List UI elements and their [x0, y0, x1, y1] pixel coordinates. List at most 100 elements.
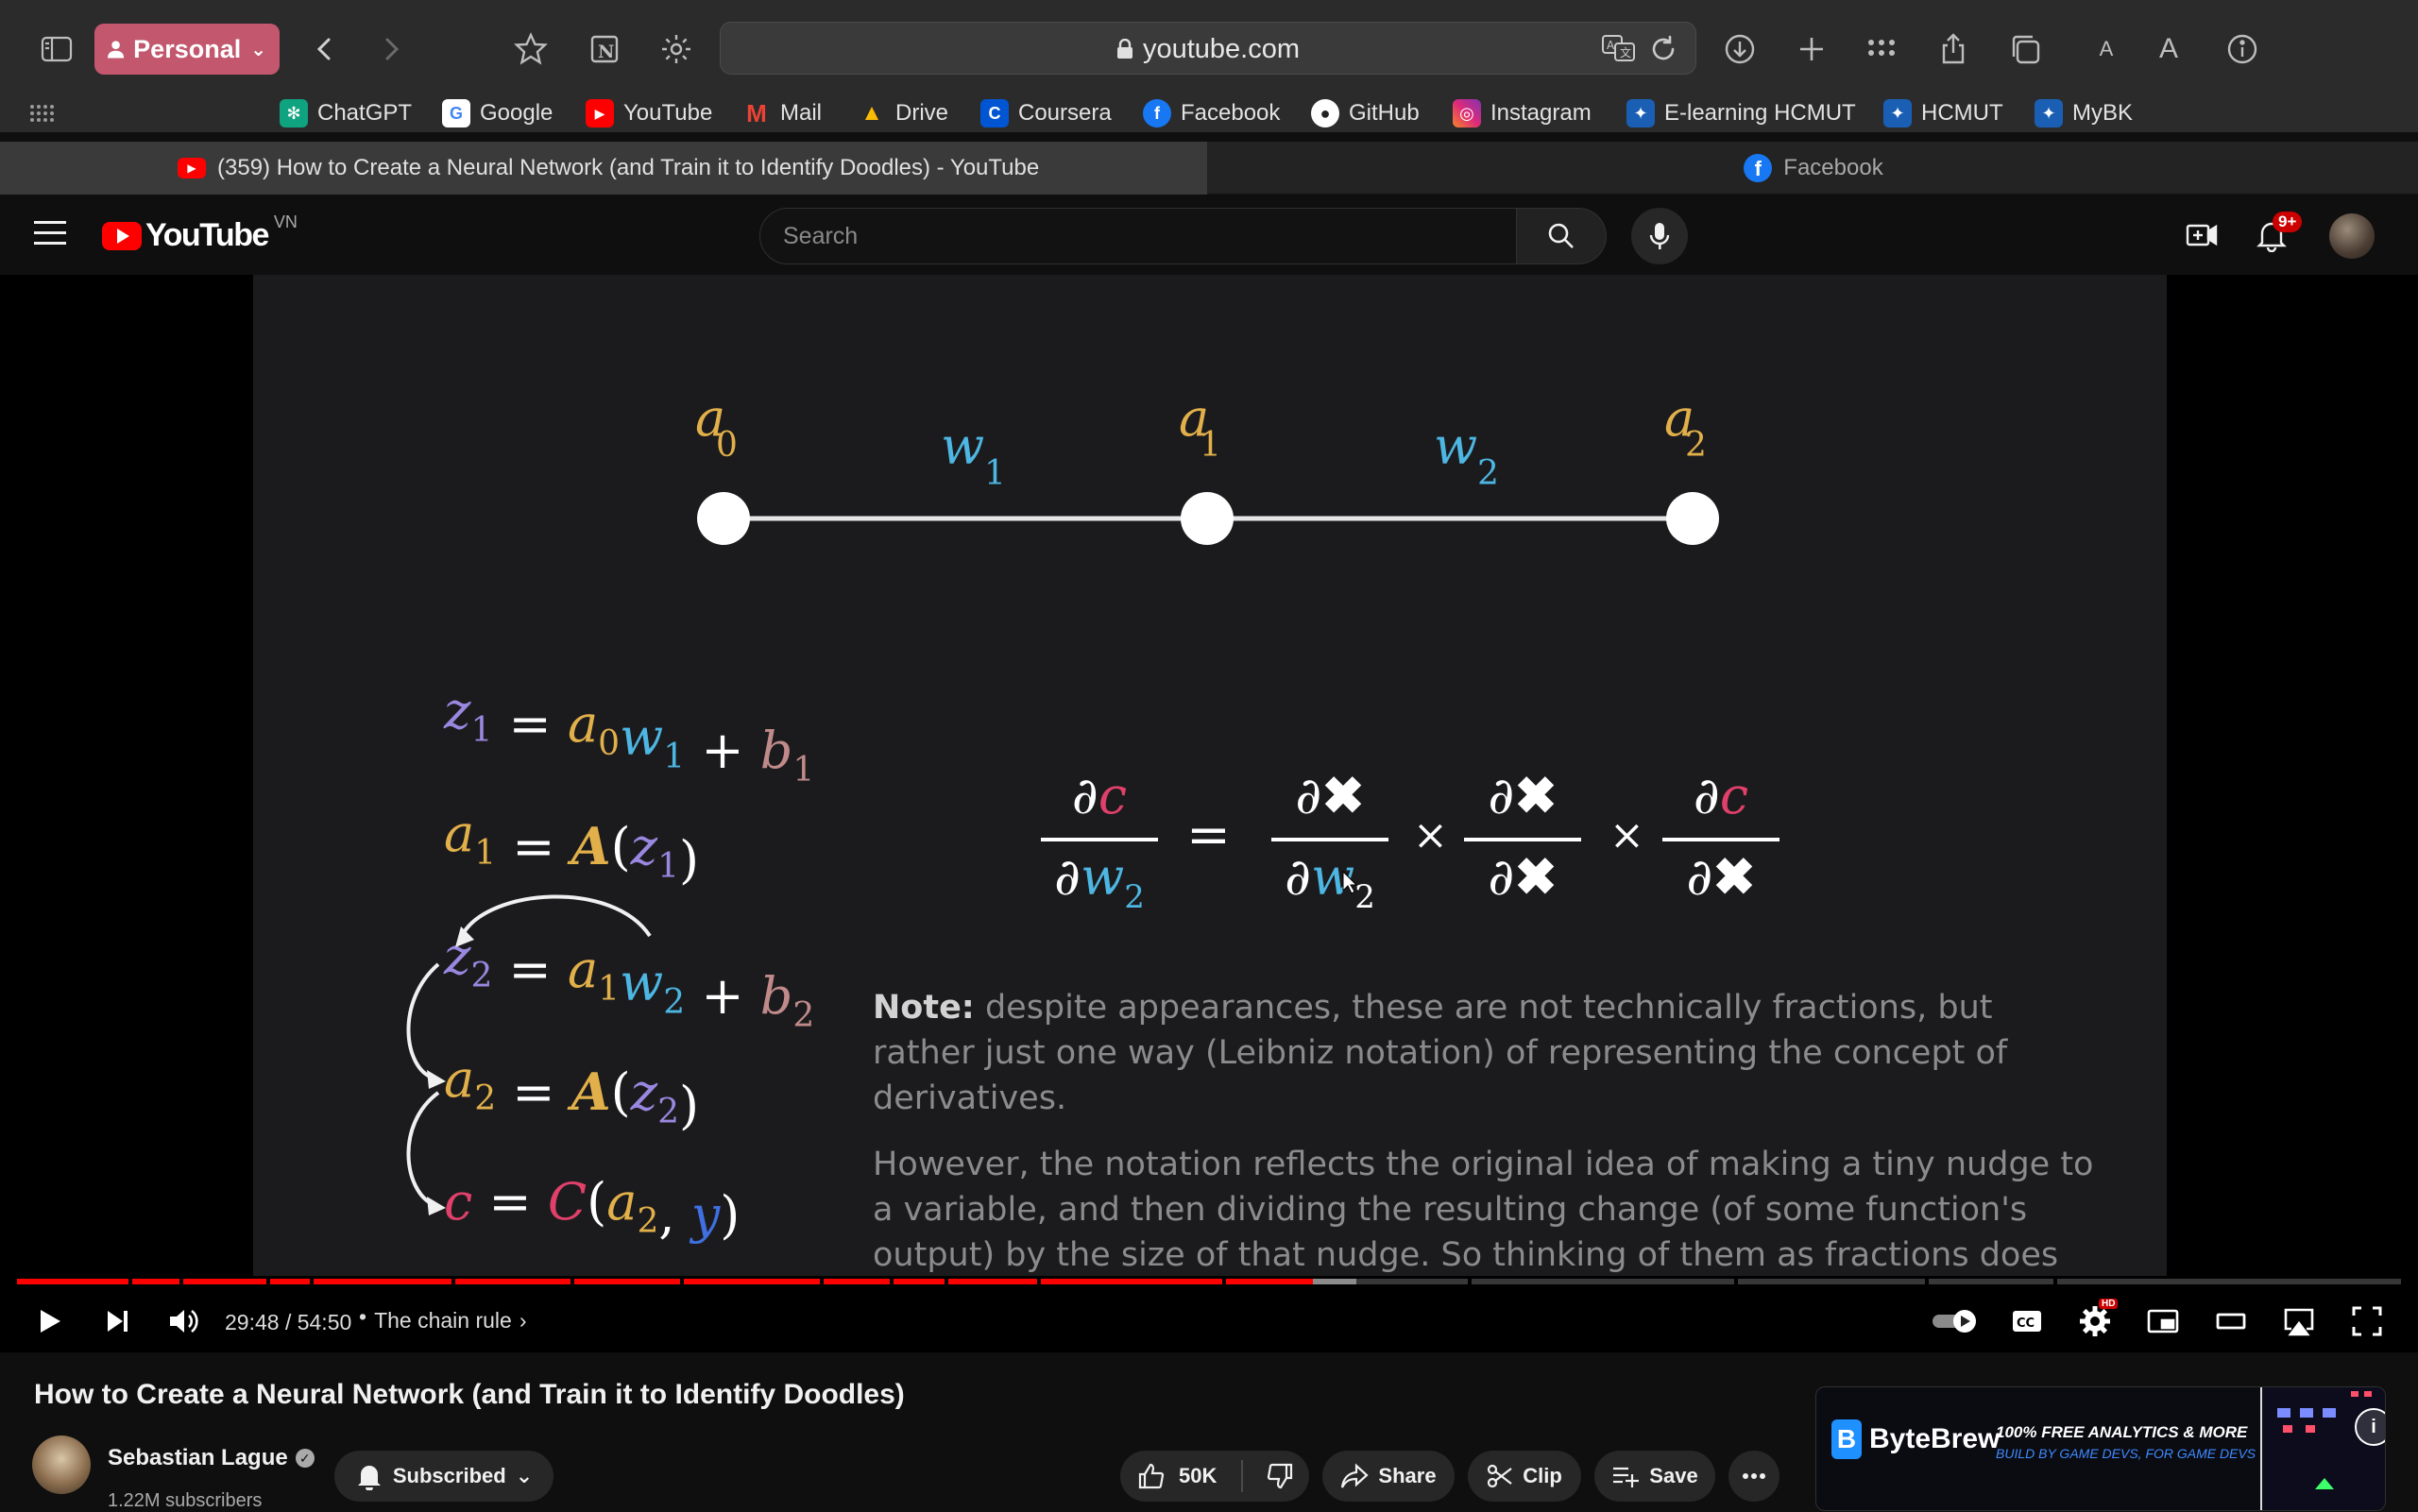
bookmark-github[interactable]: ● GitHub	[1311, 98, 1420, 128]
search-button[interactable]	[1517, 208, 1607, 264]
autoplay-toggle-icon[interactable]	[1931, 1300, 1982, 1342]
bookmark-drive[interactable]: ▲ Drive	[858, 98, 948, 128]
fullscreen-icon[interactable]	[2346, 1300, 2388, 1342]
bookmark-hcmut[interactable]: ✦ HCMUT	[1883, 98, 2003, 128]
youtube-icon: ▶	[178, 158, 206, 178]
neuron-node	[1666, 492, 1719, 545]
channel-name[interactable]: Sebastian Lague ✓	[108, 1445, 315, 1471]
dislike-button[interactable]	[1266, 1462, 1294, 1490]
bookmarks-bar: ✻ ChatGPT G Google ▶ YouTube M Mail ▲ Drive C…	[0, 94, 2418, 132]
equation-subscript: 2	[474, 1079, 496, 1118]
video-frame[interactable]: a 0 a 1 a 2 w 1 w 2 z1 = a0w1 + b1 a1 = A(z1) z2 = a…	[253, 275, 2167, 1276]
reload-icon[interactable]	[1648, 34, 1678, 64]
bookmark-facebook[interactable]: f Facebook	[1143, 98, 1280, 128]
ad-brand: B ByteBrew	[1831, 1419, 2000, 1459]
equation-term: C	[548, 1172, 587, 1232]
chapter-marker	[1925, 1279, 1929, 1284]
new-tab-icon[interactable]	[1793, 30, 1831, 68]
bookmark-star-icon[interactable]	[512, 30, 550, 68]
forward-icon[interactable]	[372, 30, 410, 68]
chain-arrow	[461, 894, 652, 938]
drive-icon: ▲	[860, 100, 883, 126]
volume-icon[interactable]	[162, 1300, 204, 1342]
sponsored-ad-card[interactable]: B ByteBrew 100% FREE ANALYTICS & MORE BU…	[1815, 1386, 2386, 1511]
bell-icon	[357, 1466, 381, 1490]
next-video-icon[interactable]	[96, 1300, 138, 1342]
info-icon[interactable]	[2223, 30, 2261, 68]
chapter-marker	[1734, 1279, 1738, 1284]
svg-text:CC: CC	[2017, 1317, 2035, 1331]
sidebar-toggle-icon[interactable]	[38, 30, 76, 68]
notifications-bell-icon[interactable]: 9+	[2250, 212, 2303, 257]
save-button[interactable]: Save	[1594, 1451, 1715, 1502]
ad-info-icon[interactable]: i	[2355, 1408, 2385, 1446]
voice-search-button[interactable]	[1631, 208, 1688, 264]
bookmark-chatgpt[interactable]: ✻ ChatGPT	[280, 98, 412, 128]
fraction-symbol: ✖	[1712, 846, 1755, 907]
bookmark-label: YouTube	[623, 100, 713, 126]
account-avatar[interactable]	[2329, 213, 2375, 259]
equation-term: A	[567, 816, 611, 876]
bookmark-mail[interactable]: M Mail	[742, 98, 822, 128]
downloads-icon[interactable]	[1721, 30, 1759, 68]
bookmark-coursera[interactable]: C Coursera	[980, 98, 1112, 128]
bookmark-label: Drive	[895, 100, 949, 126]
bookmark-mybk[interactable]: ✦ MyBK	[2035, 98, 2133, 128]
subscribed-button[interactable]: Subscribed ⌄	[334, 1451, 553, 1502]
bookmark-elearning-hcmut[interactable]: ✦ E-learning HCMUT	[1626, 98, 1856, 128]
hamburger-menu-icon[interactable]	[34, 221, 66, 247]
share-icon[interactable]	[1934, 30, 1972, 68]
youtube-play-icon	[102, 221, 142, 250]
fraction-symbol: ∂	[1295, 766, 1321, 825]
apps-grid-icon[interactable]	[1863, 30, 1900, 68]
chatgpt-icon: ✻	[280, 99, 308, 127]
bookmark-instagram[interactable]: ◎ Instagram	[1453, 98, 1592, 128]
thumbs-up-icon	[1138, 1463, 1165, 1489]
subscribed-label: Subscribed	[392, 1464, 506, 1487]
equation-term: z	[630, 1062, 658, 1122]
notion-icon[interactable]: N	[586, 30, 623, 68]
like-dislike-group: 50K	[1120, 1451, 1309, 1502]
fraction-term-2-part: ∂✖	[1488, 846, 1557, 907]
back-icon[interactable]	[306, 30, 344, 68]
text-larger-icon[interactable]: A	[2150, 30, 2188, 68]
chapter-button[interactable]: • The chain rule ›	[359, 1304, 526, 1334]
search-box	[759, 208, 1517, 264]
channel-avatar[interactable]	[32, 1436, 91, 1494]
share-button[interactable]: Share	[1322, 1451, 1455, 1502]
profile-button[interactable]: Personal ⌄	[94, 24, 280, 75]
chapter-marker	[680, 1279, 684, 1284]
youtube-logo[interactable]: YouTube VN	[102, 212, 298, 254]
equation-term: a	[444, 1049, 474, 1109]
add-to-playlist-icon	[1613, 1467, 1640, 1487]
address-bar[interactable]: youtube.com A文	[720, 22, 1696, 75]
create-video-icon[interactable]	[2180, 213, 2223, 257]
subtitles-icon[interactable]: CC	[2006, 1300, 2048, 1342]
tab-youtube[interactable]: ▶ (359) How to Create a Neural Network (…	[0, 142, 1207, 195]
play-icon[interactable]	[28, 1300, 70, 1342]
tab-facebook[interactable]: f Facebook	[1209, 142, 2418, 195]
settings-gear-icon[interactable]: HD	[2074, 1299, 2119, 1342]
note-heading: Note:	[873, 989, 975, 1027]
text-smaller-icon[interactable]: A	[2087, 30, 2125, 68]
video-player[interactable]: a 0 a 1 a 2 w 1 w 2 z1 = a0w1 + b1 a1 = A(z1) z2 = a…	[0, 275, 2418, 1352]
chapter-marker	[179, 1279, 183, 1284]
clip-button[interactable]: Clip	[1468, 1451, 1581, 1502]
progress-bar[interactable]	[17, 1279, 2401, 1284]
scissors-icon	[1488, 1464, 1512, 1488]
like-button[interactable]: 50K	[1137, 1462, 1217, 1490]
bookmarks-grid-icon[interactable]	[28, 102, 55, 125]
bookmark-google[interactable]: G Google	[442, 98, 553, 128]
airplay-icon[interactable]	[2278, 1300, 2320, 1342]
more-actions-button[interactable]	[1728, 1451, 1779, 1502]
miniplayer-icon[interactable]	[2142, 1300, 2184, 1342]
youtube-masthead: YouTube VN 9+	[0, 195, 2418, 275]
tab-bar: ▶ (359) How to Create a Neural Network (…	[0, 142, 2418, 195]
search-input[interactable]	[760, 209, 1516, 263]
tab-overview-icon[interactable]	[2006, 30, 2044, 68]
theater-mode-icon[interactable]	[2210, 1300, 2252, 1342]
settings-gear-icon[interactable]	[657, 30, 695, 68]
translate-icon[interactable]: A文	[1601, 32, 1637, 64]
bookmark-youtube[interactable]: ▶ YouTube	[586, 98, 712, 128]
bookmark-label: ChatGPT	[317, 100, 413, 126]
